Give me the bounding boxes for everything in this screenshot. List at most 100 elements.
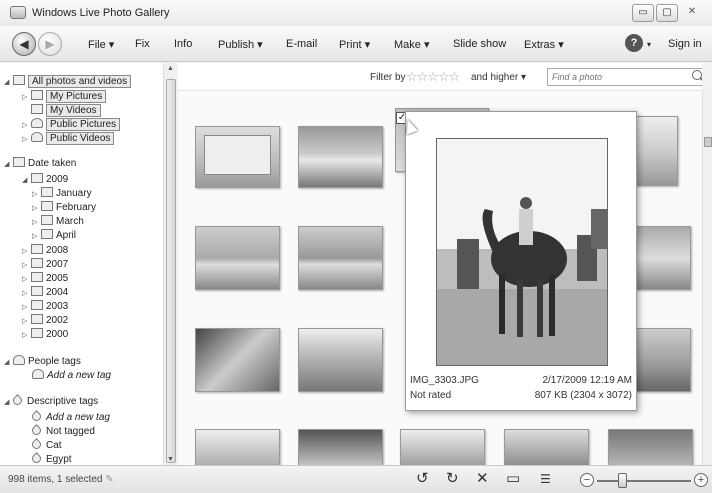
tree-all-photos[interactable]: ◢ All photos and videos <box>4 75 132 90</box>
delete-icon[interactable]: ✕ <box>476 471 489 487</box>
tag-cat[interactable]: Cat <box>30 438 62 453</box>
tree-month-february[interactable]: ▷ February <box>32 201 96 215</box>
search-icon[interactable] <box>692 70 702 80</box>
tree-year-2005[interactable]: ▷ 2005 <box>22 272 68 286</box>
photo-thumbnail[interactable] <box>400 429 485 465</box>
zoom-slider-thumb[interactable] <box>618 473 627 488</box>
tree-year-2003[interactable]: ▷ 2003 <box>22 300 68 314</box>
help-icon[interactable]: ? <box>625 34 643 52</box>
folder-icon <box>31 90 43 100</box>
calendar-icon <box>31 314 43 324</box>
scrollbar-thumb[interactable] <box>166 79 176 463</box>
menu-bar: ◀ ▶ File ▾ Fix Info Publish ▾ E-mail Pri… <box>0 26 712 62</box>
menu-fix[interactable]: Fix <box>135 38 150 50</box>
menu-print[interactable]: Print ▾ <box>339 38 370 51</box>
calendar-icon <box>31 300 43 310</box>
calendar-icon <box>31 244 43 254</box>
photo-thumbnail[interactable] <box>195 226 280 290</box>
gallery-icon <box>13 75 25 85</box>
tag-icon <box>30 424 43 437</box>
add-people-tag[interactable]: Add a new tag <box>32 369 111 383</box>
add-person-icon <box>32 369 44 379</box>
calendar-icon <box>31 272 43 282</box>
tree-year-2002[interactable]: ▷ 2002 <box>22 314 68 328</box>
tag-icon <box>30 452 43 465</box>
tree-year-2007[interactable]: ▷ 2007 <box>22 258 68 272</box>
add-tag-icon <box>30 410 43 423</box>
tree-public-videos[interactable]: ▷ Public Videos <box>22 132 115 146</box>
calendar-icon <box>31 328 43 338</box>
thumbnail-scrollbar[interactable] <box>702 91 712 465</box>
tag-not-tagged[interactable]: Not tagged <box>30 424 95 439</box>
close-button[interactable]: ✕ <box>680 4 704 22</box>
menu-email[interactable]: E-mail <box>286 38 317 50</box>
collapse-arrow-icon[interactable]: ◢ <box>4 76 13 90</box>
tree-year-2008[interactable]: ▷ 2008 <box>22 244 68 258</box>
tree-my-pictures[interactable]: ▷ My Pictures <box>22 90 107 104</box>
photo-thumbnail[interactable] <box>298 126 383 188</box>
tree-year-2009[interactable]: ◢ 2009 <box>22 173 68 187</box>
tag-icon <box>11 394 24 407</box>
photo-thumbnail[interactable] <box>298 429 383 465</box>
menu-slide-show[interactable]: Slide show <box>453 38 506 50</box>
photo-thumbnail[interactable] <box>195 328 280 392</box>
photo-thumbnail[interactable] <box>298 226 383 290</box>
tag-egypt[interactable]: Egypt <box>30 452 72 465</box>
tree-people-tags[interactable]: ◢ People tags <box>4 355 81 369</box>
photo-gallery-window: Windows Live Photo Gallery ▭ ▢ ✕ ◀ ▶ Fil… <box>0 0 712 493</box>
filter-bar: Filter by ☆☆☆☆☆ and higher ▾ <box>178 63 702 91</box>
tree-month-january[interactable]: ▷ January <box>32 187 92 201</box>
tree-date-taken[interactable]: ◢ Date taken <box>4 157 76 171</box>
rotate-left-icon[interactable]: ↺ <box>416 471 429 487</box>
zoom-slider-track[interactable] <box>597 480 691 482</box>
rating-stars[interactable]: ☆☆☆☆☆ <box>406 69 460 85</box>
tree-descriptive-tags[interactable]: ◢ Descriptive tags <box>4 394 98 409</box>
tree-month-april[interactable]: ▷ April <box>32 229 76 243</box>
pencil-icon[interactable]: ✎ <box>105 474 113 485</box>
calendar-icon <box>31 258 43 268</box>
menu-file[interactable]: File ▾ <box>88 38 114 51</box>
tree-year-2000[interactable]: ▷ 2000 <box>22 328 68 342</box>
tree-public-pictures[interactable]: ▷ Public Pictures <box>22 118 121 132</box>
slideshow-icon[interactable]: ▭ <box>506 471 520 487</box>
tag-icon <box>30 438 43 451</box>
minimize-button[interactable]: ▭ <box>632 4 654 22</box>
menu-publish[interactable]: Publish ▾ <box>218 38 263 51</box>
menu-info[interactable]: Info <box>174 38 192 50</box>
scrollbar-thumb[interactable] <box>704 137 712 147</box>
tree-my-videos[interactable]: My Videos <box>22 104 101 118</box>
photo-thumbnail[interactable] <box>636 226 691 290</box>
navigation-scrollbar[interactable]: ▲ ▼ <box>163 63 177 465</box>
rotate-right-icon[interactable]: ↻ <box>446 471 459 487</box>
photo-thumbnail[interactable] <box>195 126 280 188</box>
menu-extras[interactable]: Extras ▾ <box>524 38 564 51</box>
sign-in-link[interactable]: Sign in <box>668 38 702 50</box>
title-bar: Windows Live Photo Gallery ▭ ▢ ✕ <box>0 0 712 26</box>
forward-button[interactable]: ▶ <box>38 32 62 56</box>
help-dropdown-icon[interactable]: ▾ <box>647 40 651 49</box>
public-folder-icon <box>31 118 43 128</box>
window-title: Windows Live Photo Gallery <box>32 7 170 19</box>
add-descriptive-tag[interactable]: Add a new tag <box>30 410 110 425</box>
photo-thumbnail[interactable] <box>298 328 383 392</box>
calendar-icon <box>31 286 43 296</box>
folder-icon <box>31 104 43 114</box>
status-bar: 998 items, 1 selected ✎ ↺ ↻ ✕ ▭ ☰ − + <box>0 465 712 493</box>
scroll-down-icon[interactable]: ▼ <box>167 456 174 463</box>
menu-make[interactable]: Make ▾ <box>394 38 429 51</box>
photo-thumbnail[interactable] <box>608 429 693 465</box>
maximize-button[interactable]: ▢ <box>656 4 678 22</box>
rating-dropdown[interactable]: and higher ▾ <box>471 72 526 83</box>
zoom-out-icon[interactable]: − <box>580 473 594 487</box>
photo-thumbnail[interactable] <box>504 429 589 465</box>
back-button[interactable]: ◀ <box>12 32 36 56</box>
tree-year-2004[interactable]: ▷ 2004 <box>22 286 68 300</box>
zoom-in-icon[interactable]: + <box>694 473 708 487</box>
tree-month-march[interactable]: ▷ March <box>32 215 84 229</box>
details-view-icon[interactable]: ☰ <box>540 471 551 487</box>
preview-file-size: 807 KB (2304 x 3072) <box>534 390 632 401</box>
photo-thumbnail[interactable] <box>195 429 280 465</box>
scroll-up-icon[interactable]: ▲ <box>167 65 174 72</box>
search-input[interactable] <box>547 68 702 86</box>
photo-thumbnail[interactable] <box>636 328 691 392</box>
